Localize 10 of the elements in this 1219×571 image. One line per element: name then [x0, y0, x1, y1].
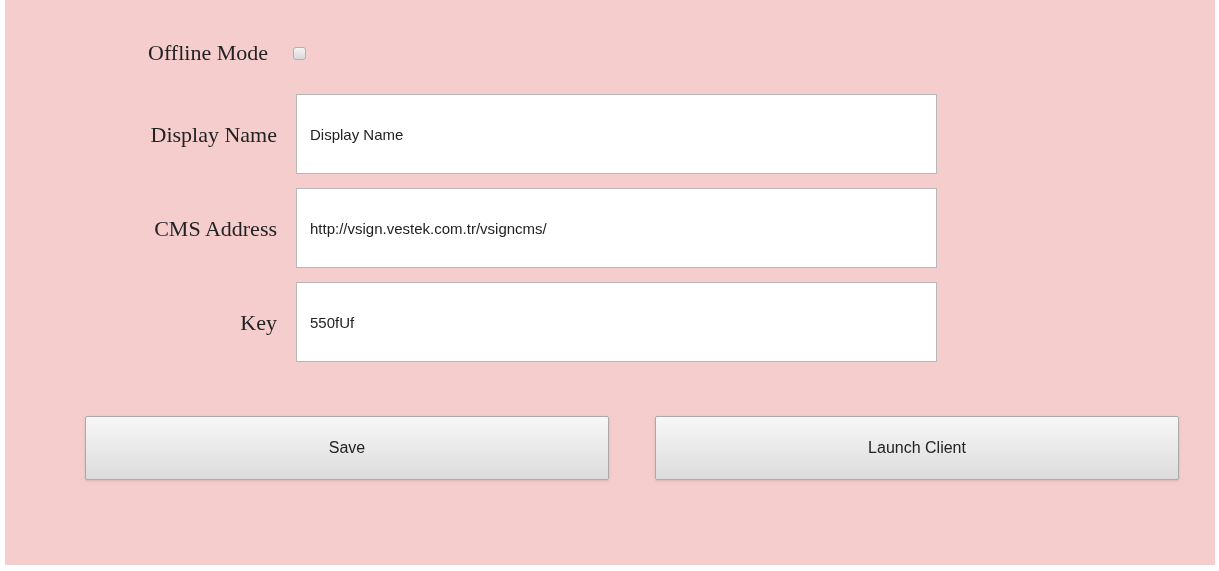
field-label: Display Name [149, 120, 277, 149]
text-field[interactable]: Display Name [296, 94, 937, 174]
action-button[interactable]: Save [85, 416, 609, 480]
text-field[interactable]: http://vsign.vestek.com.tr/vsigncms/ [296, 188, 937, 268]
offline-mode-label: Offline Mode [147, 40, 268, 66]
offline-mode-checkbox[interactable] [293, 47, 306, 60]
field-label: CMS Address [153, 214, 277, 243]
field-label: Key [239, 308, 277, 337]
action-button[interactable]: Launch Client [655, 416, 1179, 480]
text-field[interactable]: 550fUf [296, 282, 937, 362]
